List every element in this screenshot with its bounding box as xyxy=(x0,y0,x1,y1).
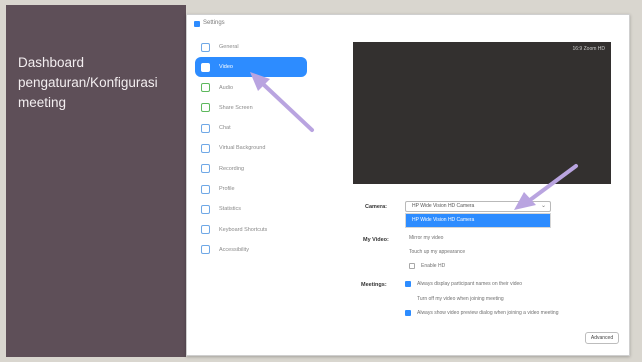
slide: Dashboard pengaturan/Konfigurasi meeting… xyxy=(0,0,642,362)
annotation-arrows xyxy=(250,72,578,210)
arrow-to-video xyxy=(250,72,314,132)
arrow-to-camera xyxy=(514,164,578,210)
